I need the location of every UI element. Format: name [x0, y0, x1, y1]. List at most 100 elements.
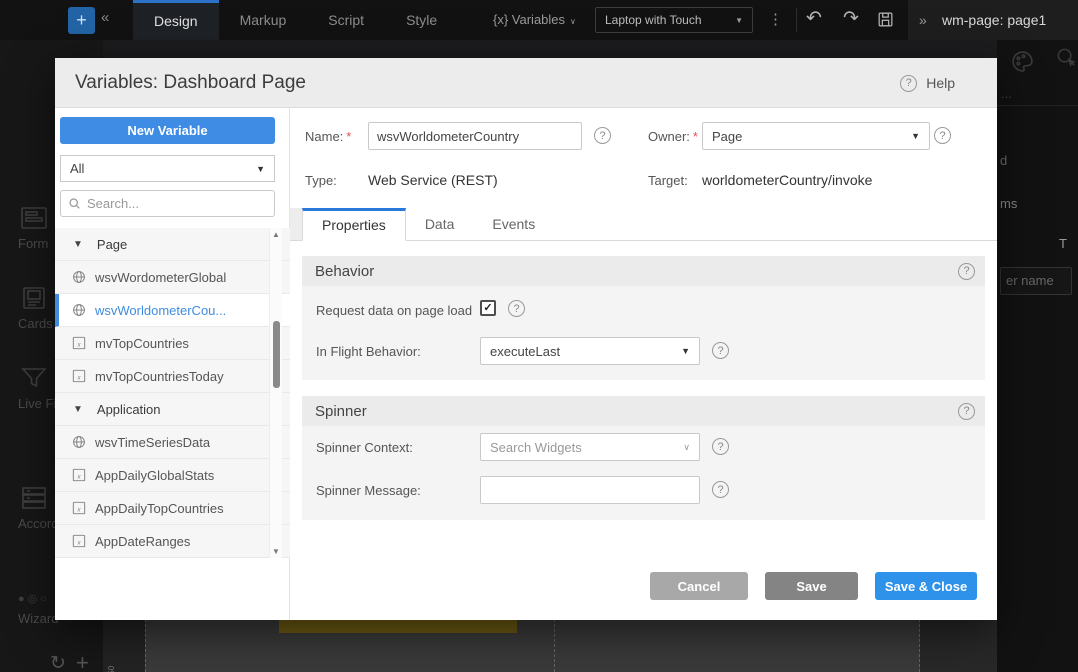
redo-icon[interactable]: ↷ — [843, 0, 859, 38]
tree-item[interactable]: x AppDailyGlobalStats — [55, 459, 290, 492]
tab-data[interactable]: Data — [406, 208, 474, 240]
tab-style[interactable]: Style — [385, 0, 458, 40]
tree-group-page[interactable]: ▼ Page — [55, 228, 290, 261]
plus-icon[interactable]: + — [76, 650, 89, 672]
tree-scrollbar[interactable]: ▲ ▼ — [269, 228, 282, 558]
add-widget-button[interactable]: + — [68, 7, 95, 34]
tree-item[interactable]: x mvTopCountriesToday — [55, 360, 290, 393]
model-variable-icon: x — [72, 534, 86, 548]
tab-script[interactable]: Script — [307, 0, 385, 40]
behavior-section-header: Behavior ? — [302, 256, 985, 286]
editor-mode-tabs: Design Markup Script Style — [133, 0, 458, 40]
filter-select-value: All — [70, 161, 84, 176]
tree-item[interactable]: x AppDateRanges — [55, 525, 290, 558]
ruler-label: 650 — [107, 666, 116, 672]
svg-text:x: x — [76, 540, 81, 547]
svg-text:x: x — [76, 474, 81, 481]
undo-icon[interactable]: ↶ — [806, 0, 822, 38]
cancel-button[interactable]: Cancel — [650, 572, 748, 600]
caret-down-icon: ▼ — [681, 346, 690, 356]
refresh-icon[interactable]: ↻ — [50, 652, 66, 672]
device-preview-select[interactable]: Laptop with Touch ▼ — [595, 7, 753, 33]
inspect-cursor-icon[interactable] — [1055, 46, 1078, 69]
type-label: Type: — [305, 173, 337, 188]
save-button[interactable]: Save — [765, 572, 858, 600]
spinner-section-header: Spinner ? — [302, 396, 985, 426]
spinner-message-help-icon[interactable]: ? — [712, 481, 729, 498]
save-icon[interactable] — [876, 10, 895, 29]
target-value: worldometerCountry/invoke — [702, 172, 872, 188]
more-options-icon[interactable]: ⋮ — [768, 0, 783, 40]
variables-sidebar: New Variable All ▼ ▼ Page wsvW — [55, 108, 290, 620]
theme-palette-icon[interactable] — [1010, 49, 1035, 74]
owner-label: Owner:* — [648, 129, 698, 144]
tree-item[interactable]: x mvTopCountries — [55, 327, 290, 360]
tabbar-lead — [290, 208, 302, 240]
clipped-text: d — [1000, 153, 1007, 168]
tree-item[interactable]: wsvWordometerGlobal — [55, 261, 290, 294]
variable-search — [60, 190, 275, 217]
help-link[interactable]: ? Help — [900, 58, 955, 108]
variables-tree: ▼ Page wsvWordometerGlobal wsvWorldomete… — [55, 228, 290, 558]
search-input[interactable] — [87, 196, 267, 211]
variable-detail-panel: Name:* ? Owner:* Page ▼ ? Type: Web Serv… — [290, 108, 997, 620]
request-help-icon[interactable]: ? — [508, 300, 525, 317]
save-and-close-button[interactable]: Save & Close — [875, 572, 977, 600]
tab-design[interactable]: Design — [133, 0, 219, 40]
tab-markup[interactable]: Markup — [219, 0, 308, 40]
cards-widget-icon — [20, 286, 48, 310]
chevron-down-icon: ∨ — [570, 17, 576, 26]
collapse-panel-icon[interactable]: « — [101, 9, 109, 26]
request-on-load-checkbox[interactable]: ✓ — [480, 300, 496, 316]
web-service-icon — [72, 435, 86, 449]
behavior-title: Behavior — [315, 263, 374, 280]
scrollbar-thumb[interactable] — [273, 321, 280, 388]
page-context-bar: » wm-page: page1 — [908, 0, 1078, 40]
tree-item[interactable]: wsvTimeSeriesData — [55, 426, 290, 459]
spinner-section: Spinner ? Spinner Context: Search Widget… — [302, 396, 985, 520]
form-widget-icon — [20, 206, 48, 230]
tree-item-label: wsvWordometerGlobal — [95, 270, 226, 285]
wavemaker-studio: + « Design Markup Script Style {x} Varia… — [0, 0, 1078, 672]
caret-down-icon: ▼ — [256, 164, 265, 174]
svg-text:x: x — [76, 375, 81, 382]
inflight-behavior-select[interactable]: executeLast ▼ — [480, 337, 700, 365]
spinner-context-help-icon[interactable]: ? — [712, 438, 729, 455]
new-variable-button[interactable]: New Variable — [60, 117, 275, 144]
tab-properties[interactable]: Properties — [302, 208, 406, 241]
toolbar-divider — [796, 8, 797, 32]
svg-text:x: x — [76, 507, 81, 514]
spinner-message-label: Spinner Message: — [316, 483, 421, 498]
scroll-down-icon[interactable]: ▼ — [272, 547, 280, 556]
tree-item-label: wsvTimeSeriesData — [95, 435, 210, 450]
tab-events[interactable]: Events — [473, 208, 554, 240]
name-field[interactable] — [368, 122, 582, 150]
spinner-title: Spinner — [315, 403, 367, 420]
spinner-message-input[interactable] — [480, 476, 700, 504]
caret-down-icon: ▼ — [73, 239, 83, 250]
scroll-up-icon[interactable]: ▲ — [272, 230, 280, 239]
name-help-icon[interactable]: ? — [594, 127, 611, 144]
spinner-context-select[interactable]: Search Widgets ∨ — [480, 433, 700, 461]
tree-item[interactable]: x AppDailyTopCountries — [55, 492, 290, 525]
behavior-help-icon[interactable]: ? — [958, 263, 975, 280]
tree-item-label: AppDailyGlobalStats — [95, 468, 214, 483]
required-asterisk: * — [346, 129, 351, 144]
tree-group-application[interactable]: ▼ Application — [55, 393, 290, 426]
chevron-down-icon: ∨ — [683, 442, 690, 453]
spinner-help-icon[interactable]: ? — [958, 403, 975, 420]
inflight-help-icon[interactable]: ? — [712, 342, 729, 359]
clipped-name-input[interactable]: er name — [1000, 267, 1072, 295]
help-label: Help — [926, 75, 955, 91]
model-variable-icon: x — [72, 336, 86, 350]
tree-item-label: AppDateRanges — [95, 534, 190, 549]
owner-select[interactable]: Page ▼ — [702, 122, 930, 150]
expand-panel-icon[interactable]: » — [919, 0, 927, 40]
current-page-label: wm-page: page1 — [942, 0, 1046, 40]
variable-filter-select[interactable]: All ▼ — [60, 155, 275, 182]
device-select-value: Laptop with Touch — [605, 13, 702, 27]
spinner-context-placeholder: Search Widgets — [490, 440, 582, 455]
owner-help-icon[interactable]: ? — [934, 127, 951, 144]
tree-item-selected[interactable]: wsvWorldometerCou... — [55, 294, 290, 327]
variables-menu[interactable]: {x} Variables∨ — [493, 0, 576, 42]
